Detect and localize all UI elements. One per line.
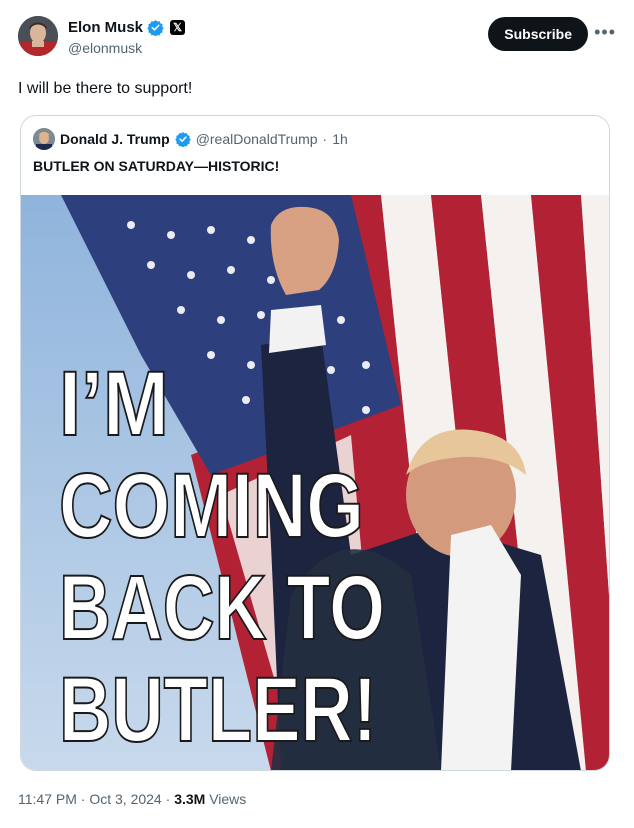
quoted-separator: ·: [322, 131, 328, 147]
quoted-header: Donald J. Trump @realDonaldTrump · 1h: [33, 128, 348, 150]
subscribe-button[interactable]: Subscribe: [488, 17, 588, 51]
views-label: Views: [209, 791, 247, 807]
verified-badge-icon: [147, 20, 164, 36]
post-date[interactable]: Oct 3, 2024: [89, 791, 161, 807]
tweet-text: I will be there to support!: [18, 80, 193, 97]
quoted-text: BUTLER ON SATURDAY—HISTORIC!: [33, 158, 280, 174]
footer-separator: ·: [165, 791, 175, 807]
tweet-header: Elon Musk 𝕏 @elonmusk Subscribe •••: [18, 16, 616, 64]
quoted-verified-badge-icon: [174, 132, 191, 147]
quoted-author-avatar: [33, 128, 55, 150]
image-headline-line1: I’M: [59, 353, 169, 455]
author-avatar[interactable]: [18, 16, 58, 56]
quoted-author-name: Donald J. Trump: [60, 131, 170, 147]
quoted-tweet[interactable]: Donald J. Trump @realDonaldTrump · 1h BU…: [20, 115, 610, 771]
image-headline-line2: COMING: [59, 455, 364, 557]
x-logo-icon: 𝕏: [170, 20, 186, 35]
more-options-icon[interactable]: •••: [594, 22, 616, 43]
author-name[interactable]: Elon Musk: [68, 19, 143, 36]
quoted-author-handle: @realDonaldTrump: [195, 131, 318, 147]
quoted-timestamp: 1h: [332, 131, 348, 147]
image-headline-line3: BACK TO: [59, 557, 385, 659]
tweet-footer: 11:47 PM · Oct 3, 2024 · 3.3M Views: [18, 791, 246, 807]
author-name-row: Elon Musk 𝕏: [68, 19, 186, 36]
author-handle[interactable]: @elonmusk: [68, 40, 142, 56]
post-time[interactable]: 11:47 PM: [18, 791, 77, 807]
views-count: 3.3M: [174, 791, 206, 807]
image-headline-line4: BUTLER!: [59, 659, 377, 761]
quoted-media-image[interactable]: I’M COMING BACK TO BUTLER!: [21, 195, 609, 771]
